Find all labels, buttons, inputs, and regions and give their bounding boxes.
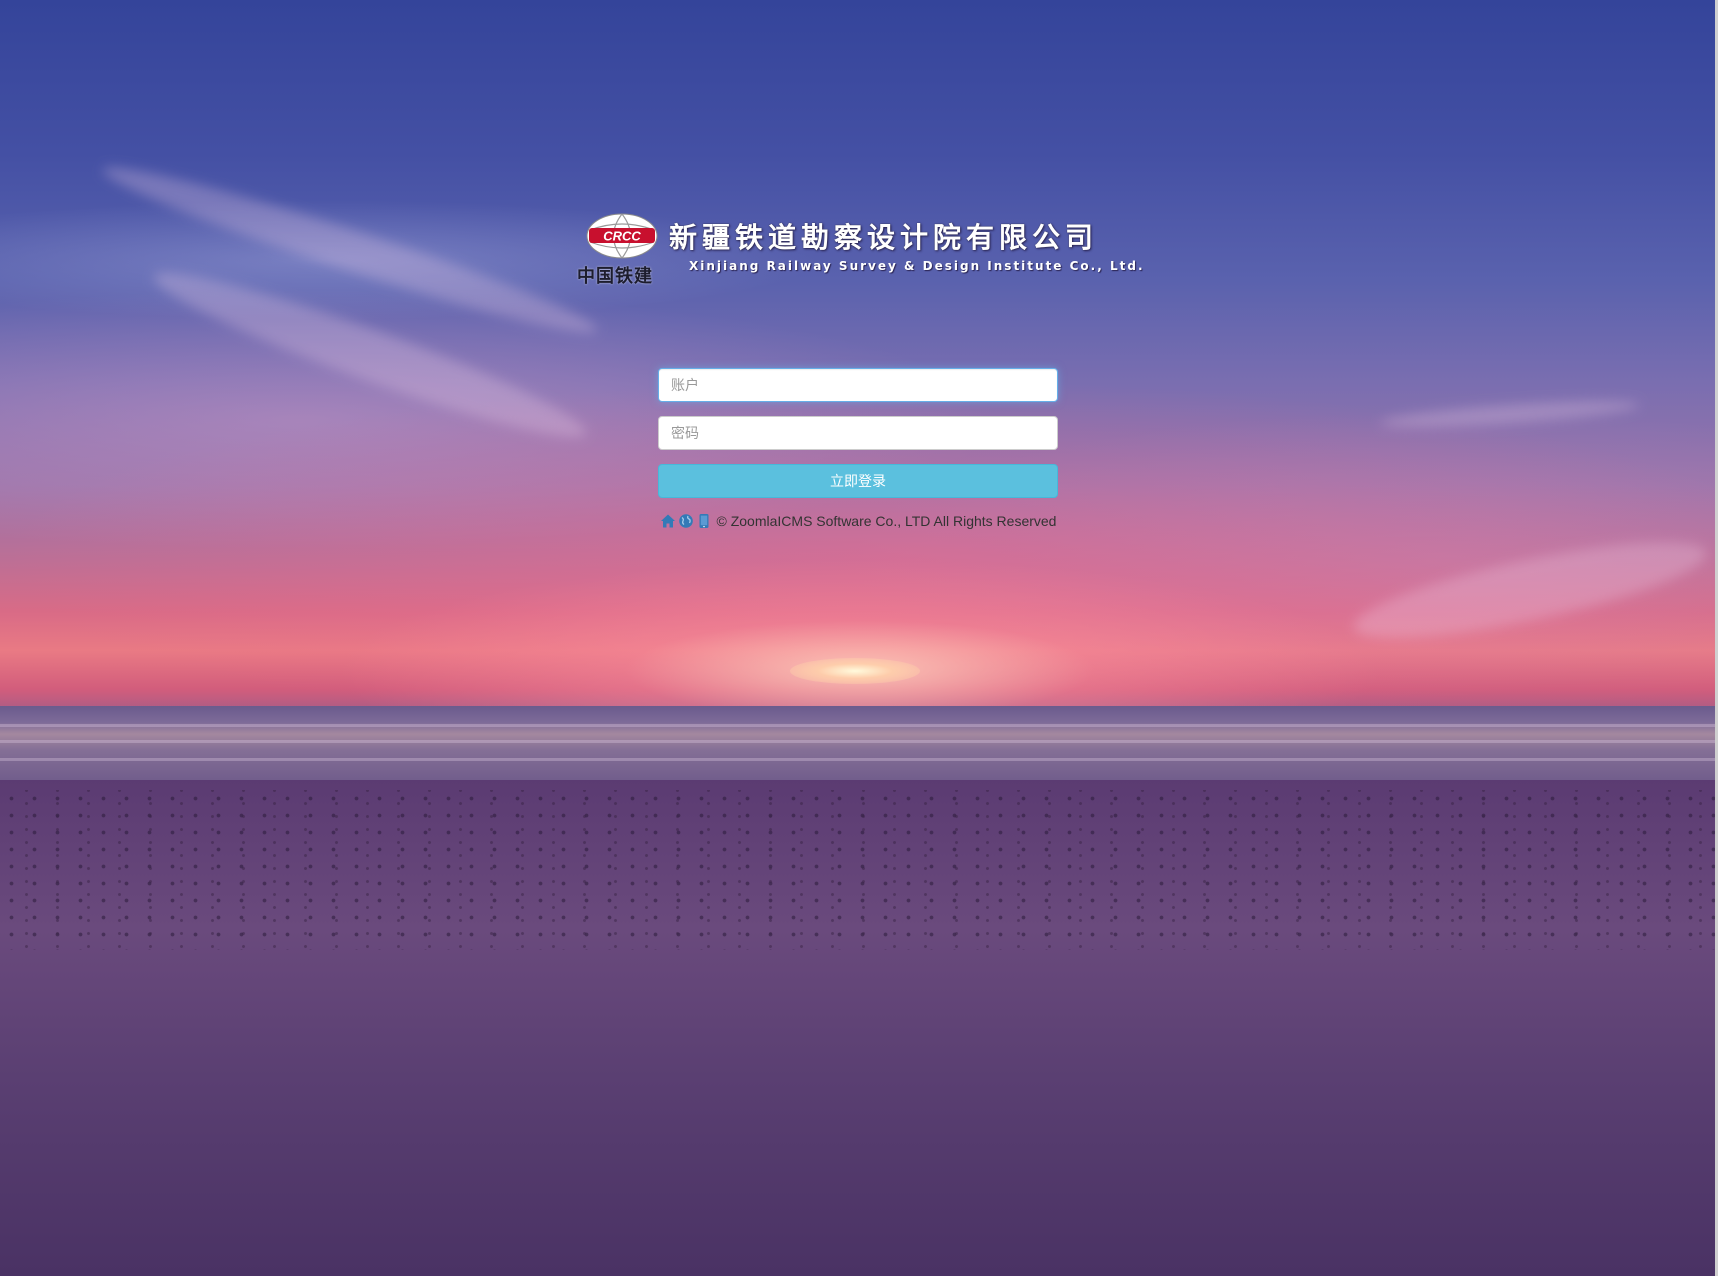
password-input[interactable] (658, 416, 1058, 450)
pebbles (0, 790, 1718, 950)
copyright-text: © ZoomlaICMS Software Co., LTD All Right… (716, 513, 1057, 529)
globe-icon[interactable] (678, 513, 694, 529)
sea (0, 706, 1718, 786)
brand-name-cn: 中国铁建 (577, 266, 653, 287)
login-form: 立即登录 © ZoomlaICMS Software Co., LTD All … (658, 368, 1058, 530)
company-name-cn: 新疆铁道勘察设计院有限公司 (669, 221, 1099, 254)
mobile-icon[interactable] (696, 513, 712, 529)
login-button[interactable]: 立即登录 (658, 464, 1058, 498)
crcc-emblem-icon: CRCC (586, 213, 658, 259)
login-page: CRCC 中国铁建 新疆铁道勘察设计院有限公司 Xinjiang Railway… (0, 0, 1718, 1276)
svg-text:CRCC: CRCC (603, 229, 641, 244)
company-logo: CRCC 中国铁建 新疆铁道勘察设计院有限公司 Xinjiang Railway… (577, 212, 1147, 290)
company-name-en: Xinjiang Railway Survey & Design Institu… (689, 259, 1145, 273)
home-icon[interactable] (660, 513, 676, 529)
account-input[interactable] (658, 368, 1058, 402)
setting-sun (790, 658, 920, 684)
footer: © ZoomlaICMS Software Co., LTD All Right… (658, 512, 1058, 530)
